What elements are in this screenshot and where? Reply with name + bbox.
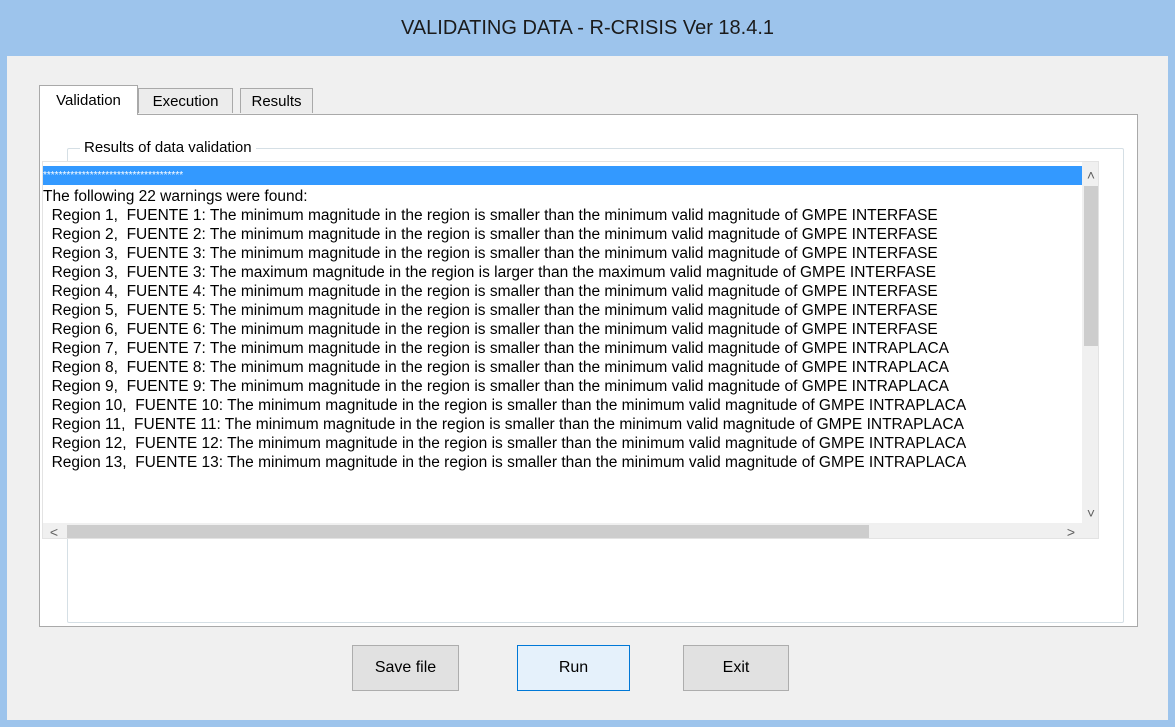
list-item[interactable]: Region 1, FUENTE 1: The minimum magnitud… [43, 206, 1082, 225]
list-item[interactable]: Region 6, FUENTE 6: The minimum magnitud… [43, 320, 1082, 339]
list-item[interactable]: Region 10, FUENTE 10: The minimum magnit… [43, 396, 1082, 415]
list-item[interactable]: Region 12, FUENTE 12: The minimum magnit… [43, 434, 1082, 453]
run-button[interactable]: Run [517, 645, 630, 691]
groupbox-title: Results of data validation [80, 139, 256, 156]
tab-execution[interactable]: Execution [138, 88, 233, 113]
window-frame: VALIDATING DATA - R-CRISIS Ver 18.4.1 Va… [0, 0, 1175, 727]
save-file-button[interactable]: Save file [352, 645, 459, 691]
scrollbar-corner [1082, 523, 1098, 538]
window-title: VALIDATING DATA - R-CRISIS Ver 18.4.1 [400, 16, 775, 39]
list-item[interactable]: Region 8, FUENTE 8: The minimum magnitud… [43, 358, 1082, 377]
list-item[interactable]: Region 7, FUENTE 7: The minimum magnitud… [43, 339, 1082, 358]
vertical-scrollbar[interactable]: ˄ ˅ [1082, 162, 1098, 523]
list-item[interactable]: Region 13, FUENTE 13: The minimum magnit… [43, 453, 1082, 472]
list-item[interactable]: Region 3, FUENTE 3: The minimum magnitud… [43, 244, 1082, 263]
list-item[interactable]: Region 4, FUENTE 4: The minimum magnitud… [43, 282, 1082, 301]
list-item[interactable]: Region 3, FUENTE 3: The maximum magnitud… [43, 263, 1082, 282]
tab-validation[interactable]: Validation [39, 85, 138, 115]
vertical-scroll-thumb[interactable] [1084, 186, 1098, 346]
exit-button[interactable]: Exit [683, 645, 789, 691]
chevron-right-icon[interactable]: > [1062, 523, 1080, 538]
horizontal-scrollbar[interactable]: < > [43, 523, 1082, 538]
validation-results-listbox[interactable]: ************************************ The… [42, 161, 1099, 539]
tab-results[interactable]: Results [240, 88, 313, 113]
horizontal-scroll-thumb[interactable] [67, 525, 869, 538]
list-viewport[interactable]: ************************************ The… [43, 162, 1082, 523]
chevron-down-icon[interactable]: ˅ [1082, 504, 1098, 522]
client-area: Validation Execution Results Results of … [7, 56, 1168, 720]
chevron-left-icon[interactable]: < [45, 523, 63, 538]
list-item[interactable]: ************************************ [43, 166, 1082, 185]
list-item[interactable]: Region 2, FUENTE 2: The minimum magnitud… [43, 225, 1082, 244]
list-item[interactable]: Region 9, FUENTE 9: The minimum magnitud… [43, 377, 1082, 396]
chevron-up-icon[interactable]: ˄ [1082, 166, 1098, 184]
list-item[interactable]: Region 5, FUENTE 5: The minimum magnitud… [43, 301, 1082, 320]
list-item[interactable]: The following 22 warnings were found: [43, 187, 1082, 206]
list-item[interactable]: Region 11, FUENTE 11: The minimum magnit… [43, 415, 1082, 434]
